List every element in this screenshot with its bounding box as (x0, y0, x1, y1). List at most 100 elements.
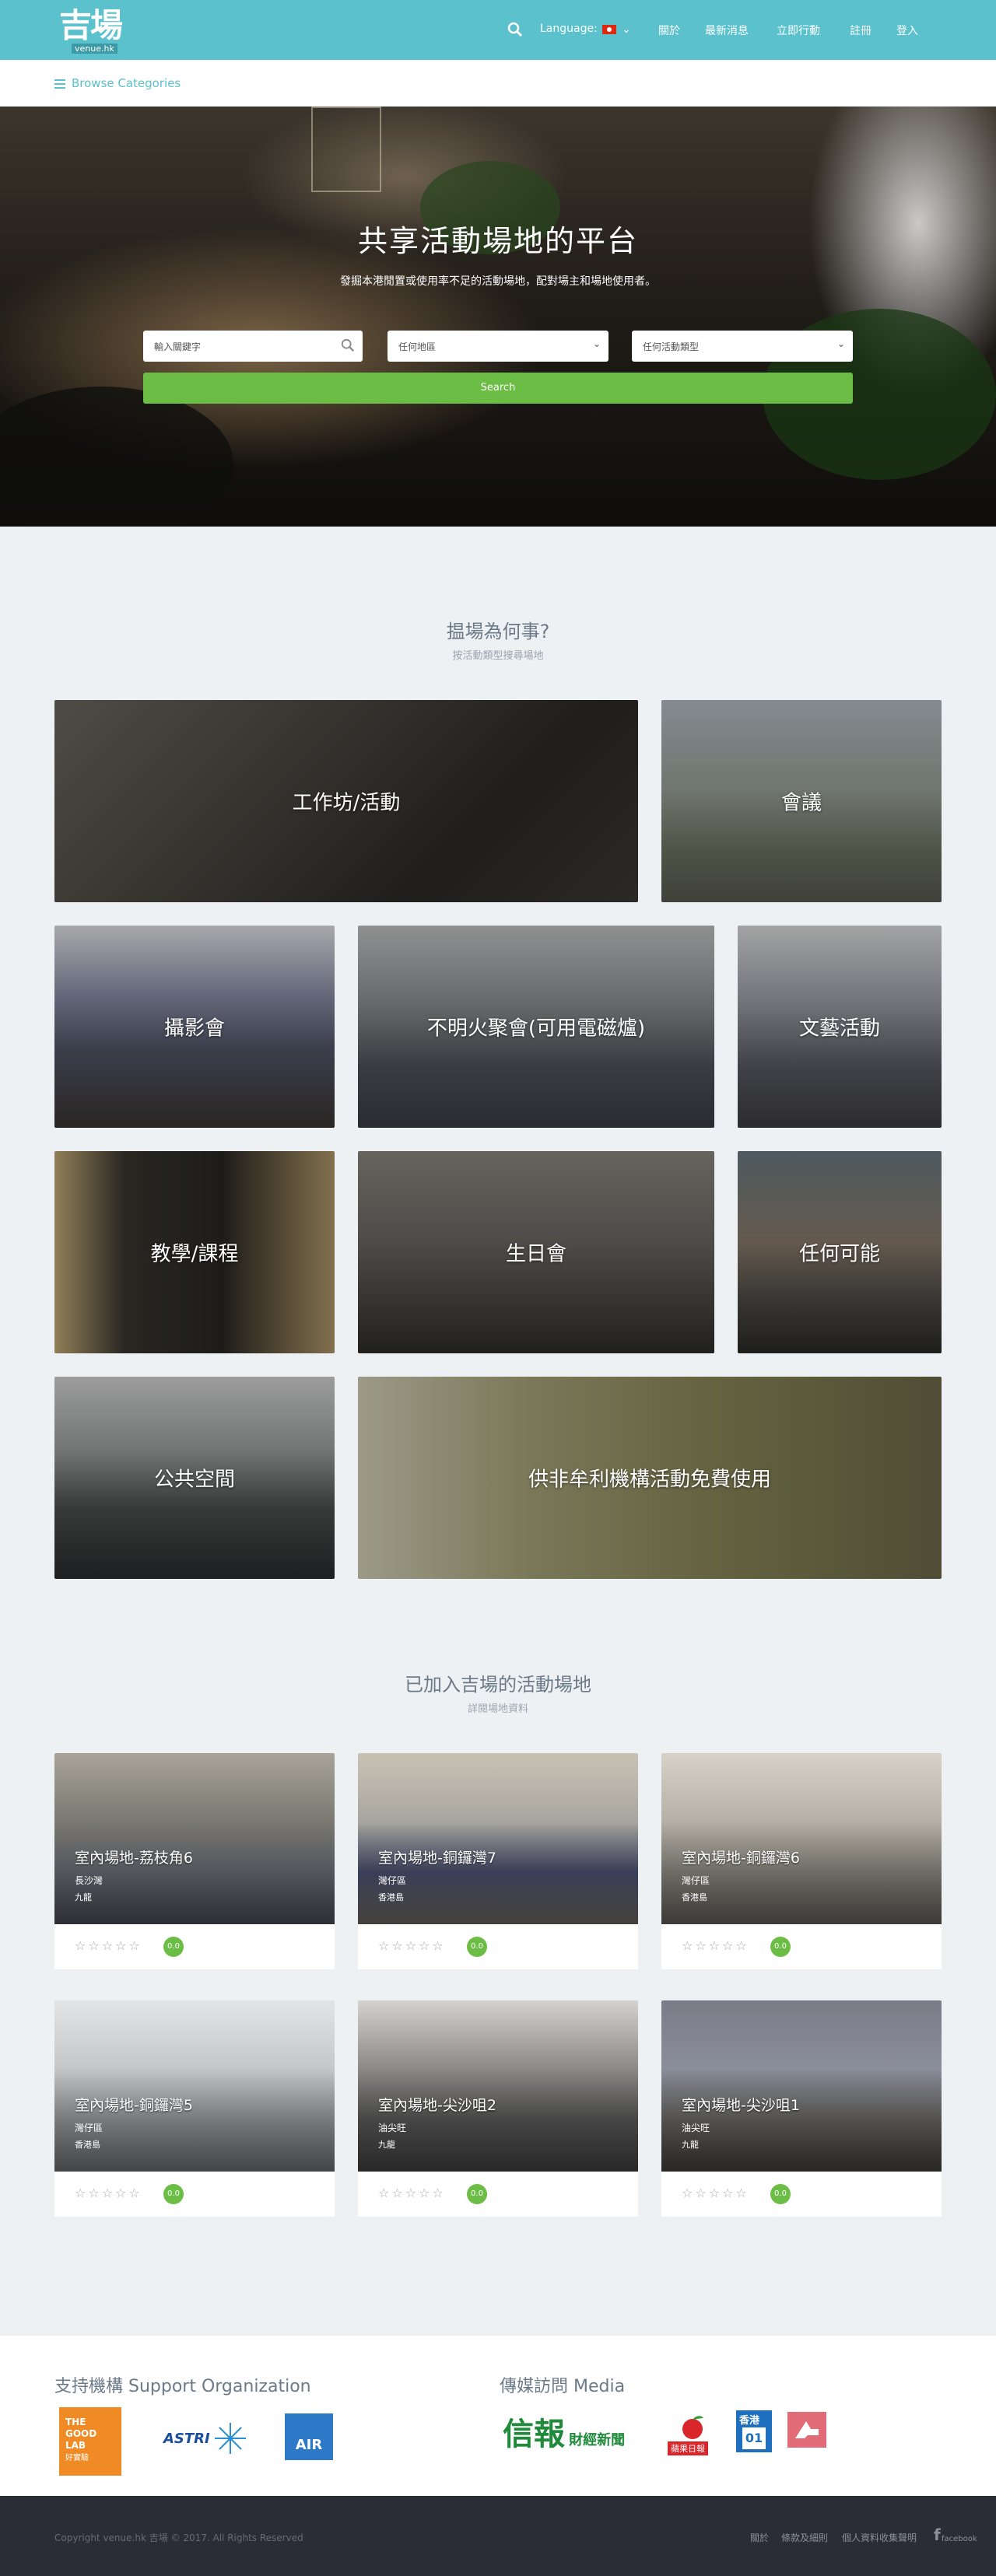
nav-about[interactable]: 關於 (658, 23, 680, 38)
venue-district: 長沙灣 (75, 1875, 103, 1886)
nav-news[interactable]: 最新消息 (705, 23, 749, 38)
category-tile-anything[interactable]: 任何可能 (738, 1151, 942, 1353)
astri-logo-text: ASTRI (163, 2431, 210, 2447)
venue-name: 室內場地-銅鑼灣6 (682, 1850, 800, 1867)
venue-card[interactable]: 室內場地-銅鑼灣7 灣仔區 香港島 ☆☆☆☆☆ 0.0 (358, 1753, 638, 1969)
venue-region: 香港島 (682, 1892, 707, 1902)
chevron-down-icon: ⌄ (836, 338, 845, 349)
media-brand-logo[interactable] (787, 2412, 826, 2448)
category-tile-meeting[interactable]: 會議 (661, 700, 942, 902)
venue-district: 灣仔區 (378, 1875, 407, 1886)
logo-subtext: venue.hk (72, 44, 117, 54)
venue-card[interactable]: 室內場地-尖沙咀1 油尖旺 九龍 ☆☆☆☆☆ 0.0 (661, 2000, 942, 2217)
footer-link-about[interactable]: 關於 (750, 2531, 769, 2544)
rating-stars: ☆☆☆☆☆ (682, 2186, 749, 2200)
media-title: 傳媒訪問 Media (500, 2377, 626, 2396)
chevron-down-icon[interactable]: ⌄ (622, 23, 631, 36)
tile-label: 會議 (780, 791, 822, 815)
category-tile-workshop[interactable]: 工作坊/活動 (54, 700, 638, 902)
category-tile-birthday[interactable]: 生日會 (358, 1151, 714, 1353)
venue-district: 油尖旺 (682, 2123, 710, 2133)
rthk-logo-text: 香港 (739, 2415, 760, 2427)
tile-label: 生日會 (505, 1242, 566, 1266)
hkej-logo-text: 信報 (503, 2416, 565, 2452)
rthk-logo-subtext: 01 (742, 2427, 766, 2449)
media-brand-icon (795, 2421, 819, 2438)
activity-type-select-value: 任何活動類型 (643, 341, 700, 352)
venue-region: 香港島 (75, 2140, 100, 2150)
activity-type-select[interactable]: 任何活動類型 ⌄ (632, 331, 853, 362)
category-tile-public-space[interactable]: 公共空間 (54, 1377, 335, 1579)
nav-login[interactable]: 登入 (896, 23, 918, 38)
venue-card[interactable]: 室內場地-銅鑼灣6 灣仔區 香港島 ☆☆☆☆☆ 0.0 (661, 1753, 942, 1969)
nav-act-now[interactable]: 立即行動 (777, 23, 820, 38)
why-section-title: 揾場為何事? (446, 621, 550, 642)
apple-daily-logo[interactable]: 蘋果日報 (663, 2413, 722, 2455)
facebook-link[interactable]: facebook (942, 2535, 977, 2543)
venue-region: 九龍 (75, 1892, 92, 1902)
footer-link-privacy[interactable]: 個人資料收集聲明 (842, 2531, 917, 2544)
tile-label: 任何可能 (798, 1242, 880, 1266)
tile-label: 教學/課程 (150, 1242, 239, 1266)
apple-icon (682, 2416, 703, 2439)
hero-title: 共享活動場地的平台 (357, 224, 638, 258)
tile-label: 不明火聚會(可用電磁爐) (426, 1017, 646, 1041)
venue-photo (54, 1753, 335, 1924)
venue-district: 灣仔區 (75, 2123, 103, 2133)
hamburger-icon[interactable] (54, 79, 65, 89)
rating-stars: ☆☆☆☆☆ (682, 1938, 749, 1953)
apple-daily-logo-text: 蘋果日報 (668, 2441, 708, 2455)
air-logo[interactable]: AIR (285, 2413, 333, 2460)
hkej-logo[interactable]: 信報 財經新聞 (503, 2409, 658, 2452)
goodlab-logo[interactable]: THE GOOD LAB 好實驗 (59, 2407, 121, 2476)
tile-label: 攝影會 (163, 1017, 225, 1041)
search-icon (341, 338, 354, 352)
venue-region: 香港島 (378, 1892, 404, 1902)
goodlab-logo-text: THE GOOD LAB (65, 2417, 97, 2451)
search-button[interactable]: Search (143, 373, 853, 404)
category-tile-teaching[interactable]: 教學/課程 (54, 1151, 335, 1353)
rating-score-badge: 0.0 (770, 1937, 791, 1957)
hkej-logo-subtext: 財經新聞 (569, 2432, 626, 2448)
category-tile-party[interactable]: 不明火聚會(可用電磁爐) (358, 926, 714, 1128)
search-icon[interactable] (507, 22, 523, 37)
logo-mark: 吉場 (59, 6, 123, 44)
venue-name: 室內場地-尖沙咀1 (682, 2097, 800, 2114)
copyright-text: Copyright venue.hk 吉場 © 2017. All Rights… (54, 2532, 303, 2543)
rating-stars: ☆☆☆☆☆ (75, 2186, 142, 2200)
top-navbar: 吉場 venue.hk Language: ⌄ 關於 最新消息 立即行動 註冊 … (0, 0, 996, 60)
venue-card[interactable]: 室內場地-荔枝角6 長沙灣 九龍 ☆☆☆☆☆ 0.0 (54, 1753, 335, 1969)
rating-stars: ☆☆☆☆☆ (378, 2186, 446, 2200)
support-section: 支持機構 Support Organization 傳媒訪問 Media THE… (0, 2336, 996, 2496)
venue-card[interactable]: 室內場地-尖沙咀2 油尖旺 九龍 ☆☆☆☆☆ 0.0 (358, 2000, 638, 2217)
astri-logo[interactable]: ASTRI (159, 2418, 251, 2462)
keyword-search-input[interactable]: 輸入關鍵字 (143, 331, 363, 362)
venue-card[interactable]: 室內場地-銅鑼灣5 灣仔區 香港島 ☆☆☆☆☆ 0.0 (54, 2000, 335, 2217)
rating-stars: ☆☆☆☆☆ (75, 1938, 142, 1953)
keyword-placeholder: 輸入關鍵字 (154, 341, 202, 352)
venue-name: 室內場地-銅鑼灣5 (75, 2097, 193, 2114)
venues-section-subtitle: 詳閱場地資料 (467, 1703, 528, 1715)
footer-link-terms[interactable]: 條款及細則 (781, 2531, 828, 2544)
venues-section-title: 已加入吉場的活動場地 (405, 1674, 591, 1696)
browse-categories-link[interactable]: Browse Categories (72, 76, 181, 90)
region-select[interactable]: 任何地區 ⌄ (388, 331, 608, 362)
tile-label: 公共空間 (153, 1468, 235, 1492)
tile-label: 供非牟利機構活動免費使用 (528, 1468, 771, 1492)
rating-score-badge: 0.0 (467, 1937, 487, 1957)
nav-register[interactable]: 註冊 (850, 23, 872, 38)
facebook-icon[interactable]: f (934, 2525, 941, 2544)
rthk-logo[interactable]: 香港 01 (736, 2410, 772, 2452)
hero-subtitle: 發掘本港閒置或使用率不足的活動場地，配對場主和場地使用者。 (340, 275, 656, 288)
category-tile-arts[interactable]: 文藝活動 (738, 926, 942, 1128)
chevron-down-icon: ⌄ (592, 338, 601, 349)
venue-name: 室內場地-尖沙咀2 (378, 2097, 496, 2114)
category-tile-photoshoot[interactable]: 攝影會 (54, 926, 335, 1128)
site-logo[interactable]: 吉場 venue.hk (54, 6, 132, 54)
category-tile-nonprofit[interactable]: 供非牟利機構活動免費使用 (358, 1377, 942, 1579)
language-label[interactable]: Language: (540, 23, 598, 35)
rating-score-badge: 0.0 (163, 2184, 184, 2204)
venue-name: 室內場地-銅鑼灣7 (378, 1850, 496, 1867)
venue-name: 室內場地-荔枝角6 (75, 1850, 193, 1867)
hong-kong-flag-icon[interactable] (602, 25, 616, 34)
